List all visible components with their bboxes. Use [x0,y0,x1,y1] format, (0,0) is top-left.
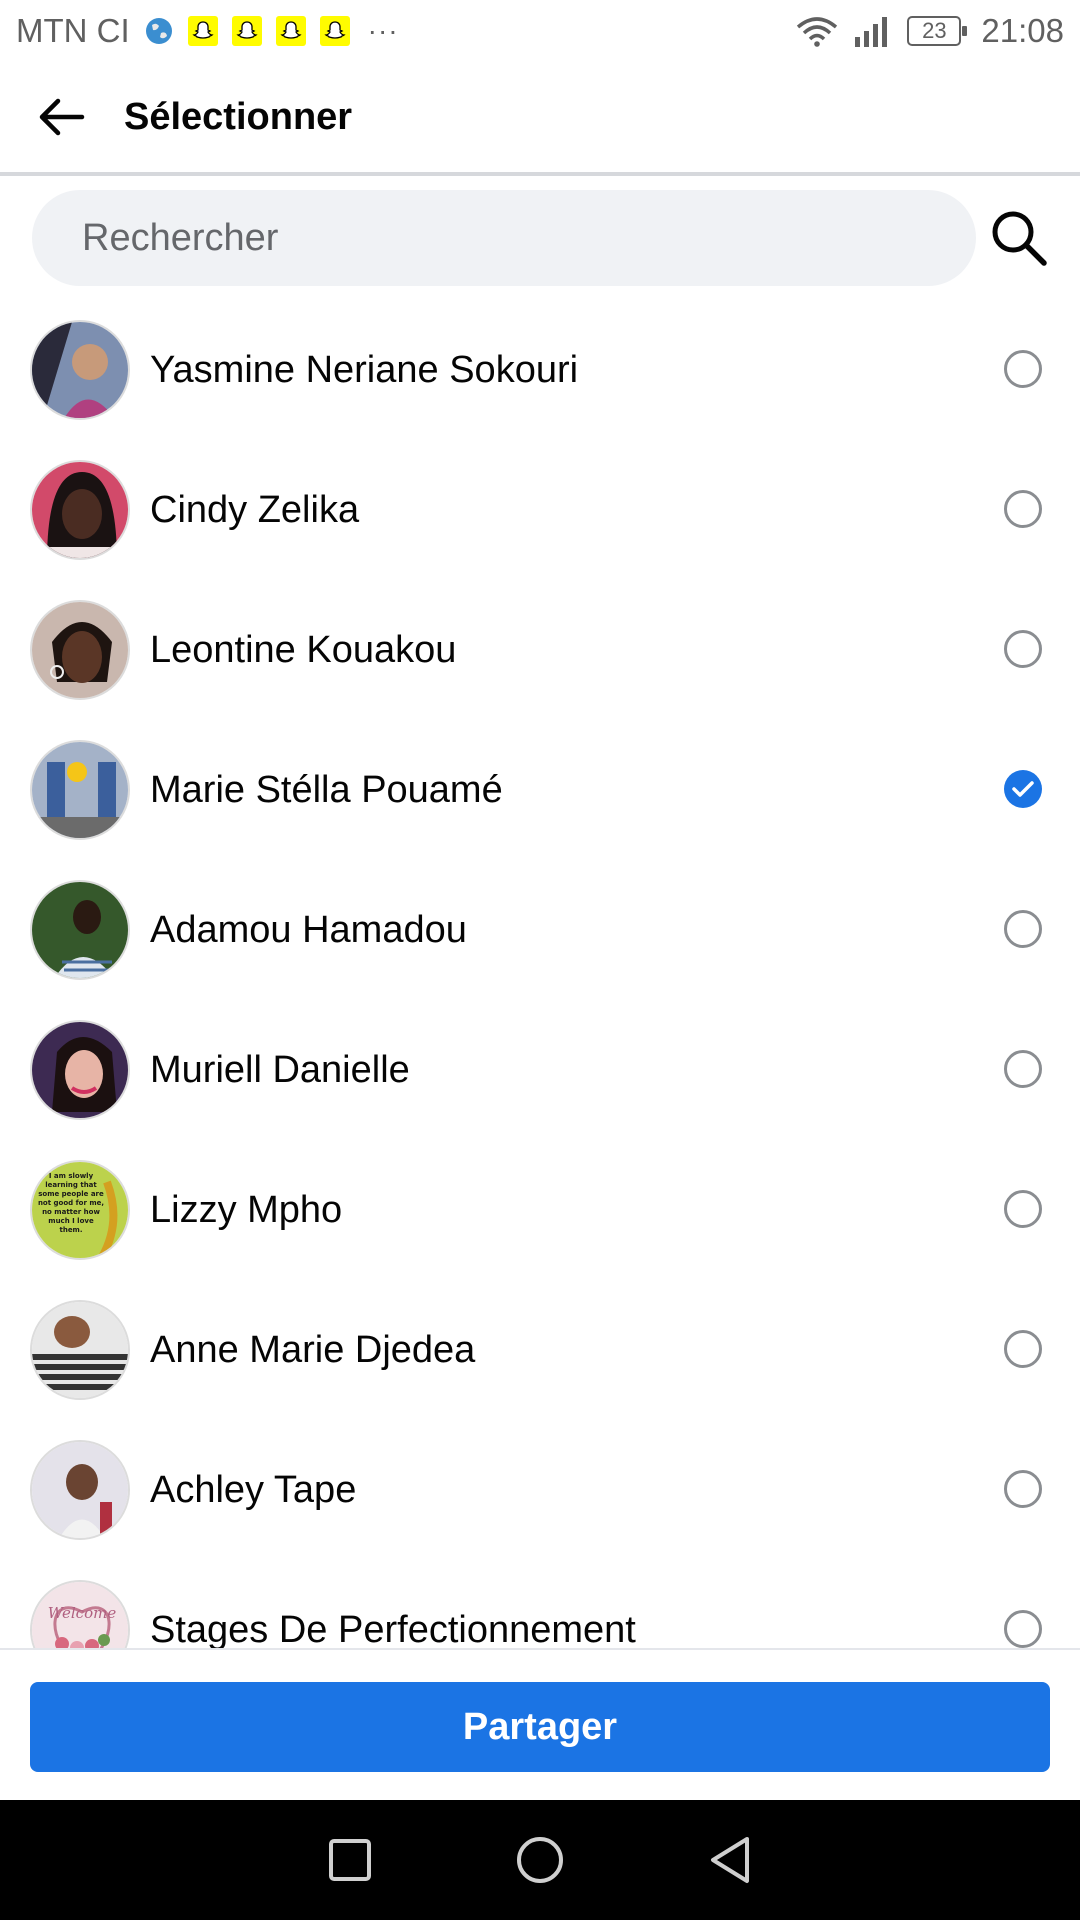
search-icon [992,211,1047,266]
search-bar [32,190,1062,286]
battery-icon: 23 [907,16,968,46]
select-radio[interactable] [1004,1050,1042,1088]
contact-row[interactable]: Anne Marie Djedea [0,1280,1080,1420]
select-radio[interactable] [1004,1610,1042,1648]
snapchat-icon [187,16,218,46]
system-back-button[interactable] [700,1830,760,1890]
snapchat-icon [275,16,306,46]
avatar: Welcome [30,1580,130,1648]
contact-row[interactable]: Yasmine Neriane Sokouri [0,300,1080,440]
app-header: Sélectionner [0,62,1080,172]
contact-row[interactable]: Achley Tape [0,1420,1080,1560]
select-radio[interactable] [1004,910,1042,948]
contact-name: Adamou Hamadou [150,908,467,951]
avatar [30,1300,130,1400]
contact-row[interactable]: Welcome Stages De Perfectionnement [0,1560,1080,1648]
system-nav-bar [0,1800,1080,1920]
contact-row[interactable]: Adamou Hamadou [0,860,1080,1000]
recent-apps-button[interactable] [320,1830,380,1890]
avatar [30,460,130,560]
contact-name: Anne Marie Djedea [150,1328,476,1371]
select-radio[interactable] [1004,490,1042,528]
home-button[interactable] [510,1830,570,1890]
contact-row[interactable]: Cindy Zelika [0,440,1080,580]
signal-icon [855,17,888,47]
snapchat-icon [231,16,262,46]
globe-icon [145,18,172,44]
select-radio[interactable] [1004,1470,1042,1508]
contact-row[interactable]: Leontine Kouakou [0,580,1080,720]
contact-row[interactable]: Marie Stélla Pouamé [0,720,1080,860]
avatar [30,600,130,700]
select-radio[interactable] [1004,1190,1042,1228]
contact-name: Yasmine Neriane Sokouri [150,348,579,391]
back-button[interactable] [6,62,116,172]
quote-text: I am slowly learning that some people ar… [37,1172,105,1234]
wifi-icon [797,17,838,47]
recent-apps-icon [329,1839,371,1881]
select-radio-checked[interactable] [1004,770,1042,808]
search-button[interactable] [976,190,1062,286]
page-title: Sélectionner [124,95,353,138]
contact-name: Lizzy Mpho [150,1188,343,1231]
avatar [30,1020,130,1120]
footer: Partager [0,1648,1080,1800]
arrow-left-icon [39,98,85,136]
snapchat-icon [319,16,350,46]
select-radio[interactable] [1004,350,1042,388]
contact-list: Yasmine Neriane Sokouri Cindy Zelika Leo… [0,300,1080,1648]
carrier-name: MTN CI [16,12,130,49]
header-divider [0,172,1080,176]
select-radio[interactable] [1004,630,1042,668]
contact-name: Stages De Perfectionnement [150,1608,636,1649]
contact-name: Cindy Zelika [150,488,360,531]
clock: 21:08 [981,12,1064,49]
avatar: I am slowly learning that some people ar… [30,1160,130,1260]
avatar [30,880,130,980]
avatar [30,740,130,840]
avatar [30,1440,130,1540]
contact-name: Leontine Kouakou [150,628,457,671]
share-button[interactable]: Partager [30,1682,1050,1772]
avatar [30,320,130,420]
contact-name: Achley Tape [150,1468,357,1511]
status-right: 23 21:08 [795,12,1064,50]
contact-row[interactable]: Muriell Danielle [0,1000,1080,1140]
more-notifications-indicator: ··· [367,15,399,46]
search-input[interactable] [32,190,976,286]
back-triangle-icon [711,1837,749,1883]
home-icon [517,1837,563,1883]
select-radio[interactable] [1004,1330,1042,1368]
contact-name: Muriell Danielle [150,1048,410,1091]
welcome-text: Welcome [48,1604,117,1622]
contact-name: Marie Stélla Pouamé [150,768,503,811]
battery-level: 23 [922,18,947,43]
status-bar: MTN CI ··· 23 21:08 [0,0,1080,62]
checkmark-icon [1012,781,1034,797]
status-left: MTN CI ··· [16,12,399,50]
contact-row[interactable]: I am slowly learning that some people ar… [0,1140,1080,1280]
